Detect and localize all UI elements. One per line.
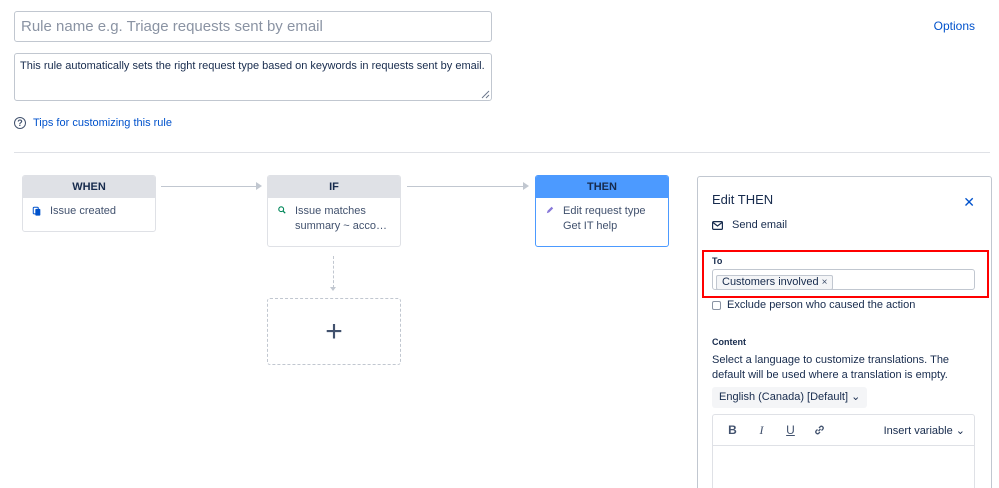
chevron-down-icon: ⌄ <box>955 424 965 437</box>
add-component-button[interactable]: + <box>267 298 401 365</box>
language-value: English (Canada) [Default] <box>719 391 849 403</box>
then-node[interactable]: THEN Edit request type Get IT help <box>535 175 669 247</box>
rule-name-input[interactable] <box>14 11 492 42</box>
remove-chip-icon[interactable]: × <box>822 277 828 288</box>
underline-button[interactable]: U <box>784 423 797 437</box>
bold-button[interactable]: B <box>726 423 739 437</box>
content-label: Content <box>712 337 746 347</box>
editor-toolbar: B I U Insert variable ⌄ <box>713 415 974 446</box>
if-header: IF <box>268 176 400 198</box>
language-select[interactable]: English (Canada) [Default] ⌄ <box>712 387 868 408</box>
action-label: Send email <box>732 219 788 231</box>
if-line-1: Issue matches <box>295 205 366 217</box>
when-node[interactable]: WHEN Issue created <box>22 175 156 232</box>
connector-when-if <box>161 186 258 187</box>
tips-link[interactable]: Tips for customizing this rule <box>33 117 172 129</box>
content-help: Select a language to customize translati… <box>712 354 950 381</box>
description-textarea[interactable]: This rule automatically sets the right r… <box>14 53 492 101</box>
arrow-when-if <box>256 182 262 190</box>
arrow-if-then <box>523 182 529 190</box>
insert-variable-button[interactable]: Insert variable ⌄ <box>884 424 965 437</box>
if-line-2: summary ~ acco… <box>295 220 387 232</box>
insert-variable-label: Insert variable <box>883 424 953 437</box>
divider <box>14 152 990 153</box>
to-label: To <box>712 256 723 266</box>
help-icon: ? <box>14 117 26 129</box>
panel-title: Edit THEN <box>712 192 774 207</box>
options-link[interactable]: Options <box>934 19 975 33</box>
link-icon[interactable] <box>813 424 826 436</box>
to-input[interactable]: Customers involved × <box>712 269 975 290</box>
resize-grip-icon[interactable] <box>480 89 490 99</box>
tips-row: ? Tips for customizing this rule <box>14 117 172 129</box>
when-header: WHEN <box>23 176 155 198</box>
add-symbol: + <box>325 314 343 348</box>
then-line-2: Get IT help <box>563 220 618 232</box>
vertical-arrow <box>330 287 336 291</box>
when-line-1: Issue created <box>50 205 117 217</box>
vertical-connector <box>333 256 334 288</box>
rich-text-editor[interactable]: B I U Insert variable ⌄ <box>712 414 975 488</box>
exclude-label: Exclude person who caused the action <box>727 299 916 311</box>
chevron-down-icon: ⌄ <box>851 391 861 403</box>
panel-action: Send email <box>712 219 787 231</box>
recipient-chip[interactable]: Customers involved × <box>716 274 834 290</box>
if-node[interactable]: IF Issue matches summary ~ acco… <box>267 175 401 247</box>
close-icon[interactable]: ✕ <box>963 194 975 211</box>
email-icon <box>712 220 723 230</box>
exclude-checkbox[interactable] <box>712 300 721 310</box>
italic-button[interactable]: I <box>755 423 768 438</box>
search-icon <box>278 206 286 214</box>
chip-label: Customers involved <box>722 276 819 288</box>
then-header: THEN <box>536 176 668 198</box>
then-line-1: Edit request type <box>563 205 646 217</box>
connector-if-then <box>407 186 525 187</box>
pencil-icon <box>546 206 554 214</box>
copy-issue-icon <box>32 206 41 216</box>
exclude-row: Exclude person who caused the action <box>712 299 915 311</box>
